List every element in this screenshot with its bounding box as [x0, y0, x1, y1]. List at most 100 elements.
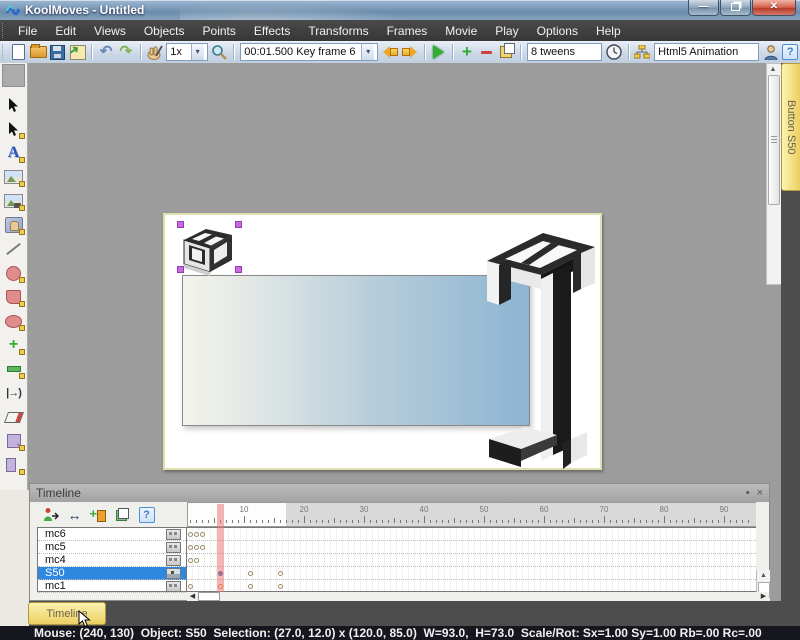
- tool-image-effects[interactable]: [2, 189, 26, 213]
- selection-handle[interactable]: [177, 266, 184, 273]
- person-button[interactable]: [762, 43, 780, 62]
- tool-subtract-points[interactable]: [2, 357, 26, 381]
- copy-frame-button[interactable]: [497, 43, 515, 62]
- keyframe-dot[interactable]: [278, 571, 283, 576]
- timeline-header[interactable]: Timeline • ×: [30, 484, 769, 502]
- prev-frame-button[interactable]: [381, 43, 399, 62]
- save-button[interactable]: [49, 43, 67, 62]
- menu-views[interactable]: Views: [85, 22, 135, 40]
- keyframe-dot[interactable]: [194, 545, 199, 550]
- menu-file[interactable]: File: [9, 22, 46, 40]
- next-frame-button[interactable]: [401, 43, 419, 62]
- tool-text[interactable]: A: [2, 141, 26, 165]
- cube-shape[interactable]: [180, 224, 238, 278]
- menu-points[interactable]: Points: [194, 22, 245, 40]
- keyframe-dot[interactable]: [248, 571, 253, 576]
- delete-frame-button[interactable]: [478, 43, 496, 62]
- zoom-select[interactable]: 1x ▾: [166, 43, 207, 61]
- format-field[interactable]: Html5 Animation: [654, 43, 759, 61]
- play-button[interactable]: [430, 43, 448, 62]
- layer-row[interactable]: mc1: [38, 580, 186, 593]
- movie-canvas[interactable]: [163, 213, 602, 470]
- hand-tool-button[interactable]: [146, 43, 164, 62]
- selection-handle[interactable]: [235, 221, 242, 228]
- pin-icon[interactable]: •: [746, 487, 750, 499]
- menu-objects[interactable]: Objects: [135, 22, 194, 40]
- keyframe-select[interactable]: 00:01.500 Key frame 6 ▾: [240, 43, 378, 61]
- tweens-field[interactable]: 8 tweens: [527, 43, 602, 61]
- export-button[interactable]: [69, 43, 87, 62]
- redo-button[interactable]: ↷: [117, 43, 135, 62]
- menu-frames[interactable]: Frames: [378, 22, 437, 40]
- gradient-rectangle-shape[interactable]: [182, 275, 530, 426]
- selection-handle[interactable]: [177, 221, 184, 228]
- tool-subselect[interactable]: [2, 117, 26, 141]
- menu-play[interactable]: Play: [486, 22, 527, 40]
- scroll-up-icon[interactable]: ▲: [759, 572, 768, 579]
- chevron-down-icon[interactable]: ▾: [361, 44, 374, 60]
- playhead[interactable]: [217, 504, 224, 592]
- open-button[interactable]: [29, 43, 47, 62]
- tool-eraser[interactable]: [2, 405, 26, 429]
- layer-row[interactable]: mc4: [38, 554, 186, 567]
- keyframe-dot[interactable]: [188, 545, 193, 550]
- menu-edit[interactable]: Edit: [46, 22, 85, 40]
- add-action-button[interactable]: [42, 506, 59, 523]
- keyframe-dot[interactable]: [278, 584, 283, 589]
- menu-options[interactable]: Options: [528, 22, 587, 40]
- clamp-shape[interactable]: [485, 227, 597, 469]
- active-tool-slot[interactable]: [2, 64, 25, 87]
- insert-frame-button[interactable]: [90, 506, 107, 523]
- tool-freehand[interactable]: [2, 309, 26, 333]
- close-icon[interactable]: ×: [757, 487, 763, 499]
- layer-row[interactable]: mc5: [38, 541, 186, 554]
- workspace-scrollbar[interactable]: ▲: [766, 63, 782, 285]
- keyframe-dot[interactable]: [200, 532, 205, 537]
- keyframe-dot[interactable]: [200, 545, 205, 550]
- selection-handle[interactable]: [235, 266, 242, 273]
- timeline-dock-tab[interactable]: Timeline: [28, 602, 106, 625]
- menu-transforms[interactable]: Transforms: [299, 22, 377, 40]
- keyframe-track[interactable]: [187, 554, 756, 567]
- new-button[interactable]: [10, 43, 28, 62]
- keyframe-dot[interactable]: [194, 558, 199, 563]
- magnifier-button[interactable]: [211, 43, 229, 62]
- keyframe-dot[interactable]: [248, 584, 253, 589]
- timeline-ruler[interactable]: 102030405060708090: [187, 502, 756, 527]
- keyframe-dot[interactable]: [188, 558, 193, 563]
- tool-select[interactable]: [2, 93, 26, 117]
- tool-line[interactable]: [2, 237, 26, 261]
- tool-ellipse[interactable]: [2, 261, 26, 285]
- keyframe-track[interactable]: [187, 541, 756, 554]
- restore-button[interactable]: [720, 0, 751, 16]
- menu-effects[interactable]: Effects: [245, 22, 299, 40]
- minimize-button[interactable]: —: [688, 0, 719, 16]
- tool-rectangle[interactable]: [2, 285, 26, 309]
- tool-align[interactable]: |→): [2, 381, 26, 405]
- hierarchy-button[interactable]: [633, 43, 651, 62]
- title-bar[interactable]: KoolMoves - Untitled — ✕: [0, 0, 800, 20]
- keyframe-track[interactable]: [187, 567, 756, 580]
- tool-image[interactable]: [2, 165, 26, 189]
- keyframe-dot[interactable]: [194, 532, 199, 537]
- tool-add-points[interactable]: +: [2, 333, 26, 357]
- layer-row[interactable]: S50: [38, 567, 186, 580]
- tool-transform[interactable]: [2, 429, 26, 453]
- keyframe-dot[interactable]: [188, 584, 193, 589]
- copy-layers-button[interactable]: [114, 506, 131, 523]
- scrollbar-thumb[interactable]: [198, 592, 220, 601]
- button-panel-tab[interactable]: Button S50: [781, 63, 800, 191]
- undo-button[interactable]: ↶: [97, 43, 115, 62]
- scroll-up-icon[interactable]: ▲: [768, 65, 778, 75]
- resize-button[interactable]: ↔: [66, 506, 83, 523]
- keyframe-track-area[interactable]: [187, 527, 756, 592]
- tool-button[interactable]: [2, 213, 26, 237]
- layer-row[interactable]: mc6: [38, 528, 186, 541]
- keyframe-dot[interactable]: [188, 532, 193, 537]
- close-button[interactable]: ✕: [752, 0, 796, 16]
- chevron-down-icon[interactable]: ▾: [191, 44, 204, 60]
- help-button[interactable]: ?: [781, 43, 799, 62]
- menu-movie[interactable]: Movie: [436, 22, 486, 40]
- tool-properties[interactable]: [2, 453, 26, 477]
- scrollbar-thumb[interactable]: [768, 75, 780, 205]
